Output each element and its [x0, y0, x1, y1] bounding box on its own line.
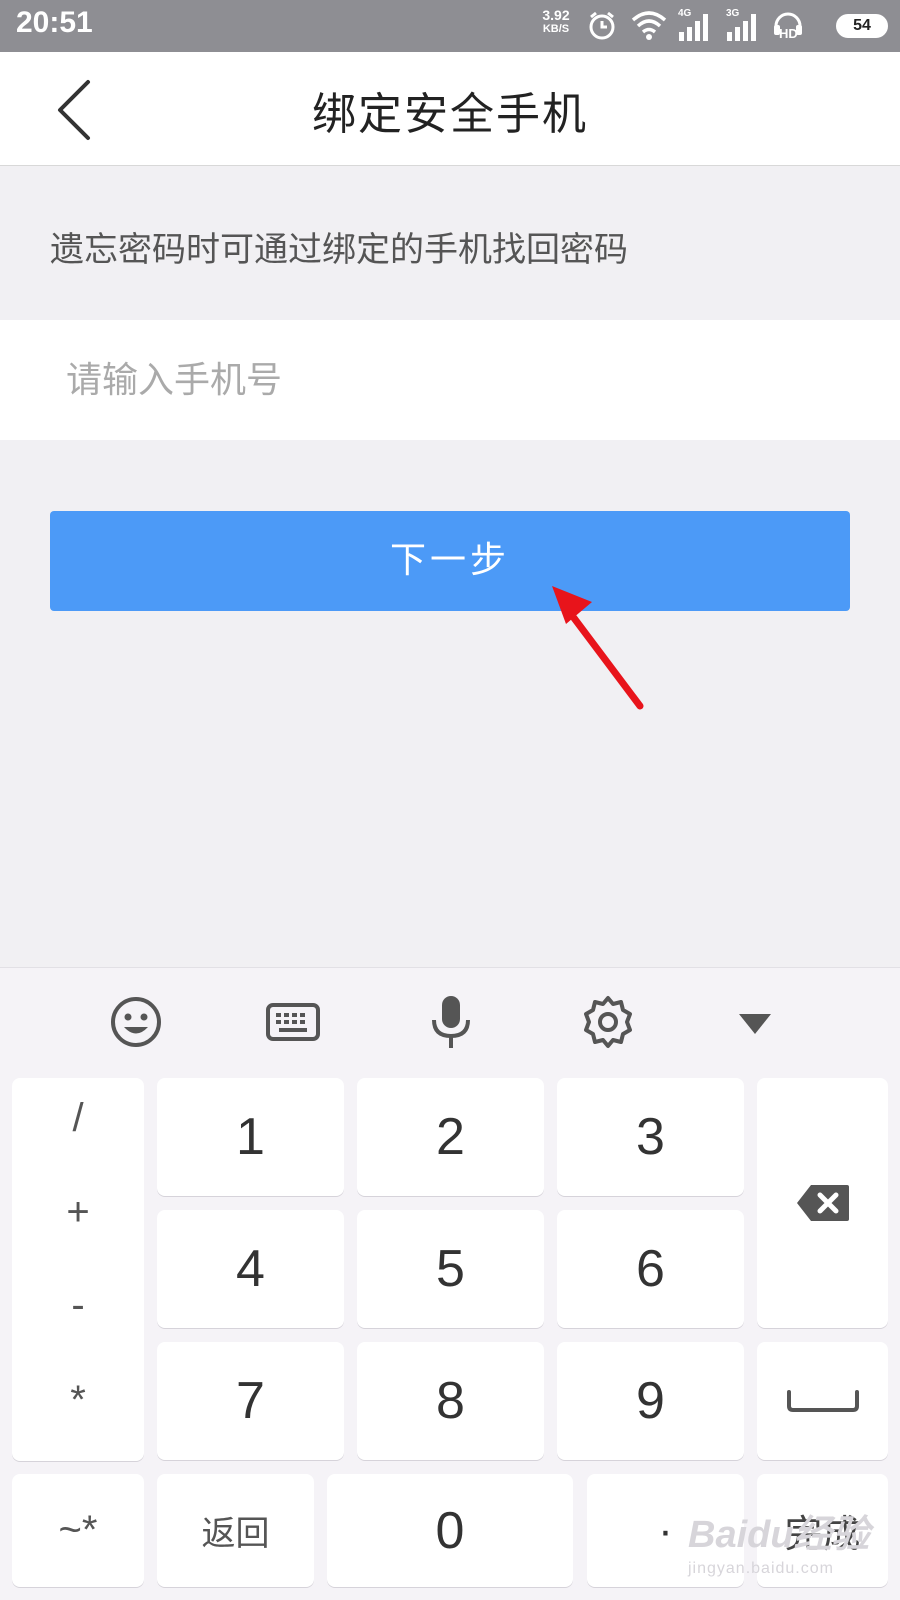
key-0[interactable]: 0 [327, 1474, 573, 1587]
hd-label: HD [779, 26, 798, 41]
signal-icon-2 [727, 14, 756, 41]
net-speed: 3.92 KB/S [534, 8, 578, 36]
key-6[interactable]: 6 [557, 1210, 744, 1328]
backspace-icon [796, 1185, 849, 1221]
hint-text: 遗忘密码时可通过绑定的手机找回密码 [50, 230, 628, 270]
key-plus[interactable]: + [12, 1190, 144, 1235]
key-4[interactable]: 4 [157, 1210, 344, 1328]
wifi-icon [631, 11, 667, 40]
status-time: 20:51 [16, 6, 93, 39]
key-3[interactable]: 3 [557, 1078, 744, 1196]
key-2[interactable]: 2 [357, 1078, 544, 1196]
key-7[interactable]: 7 [157, 1342, 344, 1460]
dot-key[interactable]: · [587, 1474, 744, 1587]
net-speed-value: 3.92 [542, 7, 570, 23]
key-8[interactable]: 8 [357, 1342, 544, 1460]
key-1[interactable]: 1 [157, 1078, 344, 1196]
gear-icon[interactable] [580, 994, 636, 1050]
keyboard-toolbar [0, 968, 900, 1073]
microphone-icon[interactable] [423, 994, 479, 1050]
key-asterisk[interactable]: * [12, 1378, 144, 1423]
space-key[interactable] [757, 1342, 888, 1460]
net-speed-unit: KB/S [542, 23, 570, 35]
alarm-icon [589, 11, 615, 40]
phone-input-row [0, 320, 900, 440]
symbol-toggle-key[interactable]: ~* [12, 1474, 144, 1587]
collapse-triangle-icon[interactable] [727, 994, 783, 1050]
space-icon [786, 1390, 859, 1412]
phone-number-input[interactable] [66, 320, 866, 440]
app-header: 绑定安全手机 [0, 52, 900, 166]
keyboard-icon[interactable] [265, 994, 321, 1050]
key-9[interactable]: 9 [557, 1342, 744, 1460]
status-icons: 3.92 KB/S 4G 3G HD 54 [528, 8, 888, 44]
status-bar: 20:51 3.92 KB/S 4G 3G HD 54 [0, 0, 900, 52]
key-5[interactable]: 5 [357, 1210, 544, 1328]
next-step-button[interactable]: 下一步 [50, 511, 850, 611]
symbols-column: / + - * [12, 1078, 144, 1461]
done-key[interactable]: 完成 [757, 1474, 888, 1587]
battery-indicator: 54 [836, 14, 888, 38]
return-key[interactable]: 返回 [157, 1474, 314, 1587]
red-arrow-icon [552, 586, 644, 710]
backspace-key[interactable] [757, 1078, 888, 1328]
key-minus[interactable]: - [12, 1283, 144, 1328]
signal-icon [679, 14, 708, 41]
key-slash[interactable]: / [12, 1096, 144, 1141]
page-title: 绑定安全手机 [312, 89, 588, 140]
emoji-icon[interactable] [108, 994, 164, 1050]
